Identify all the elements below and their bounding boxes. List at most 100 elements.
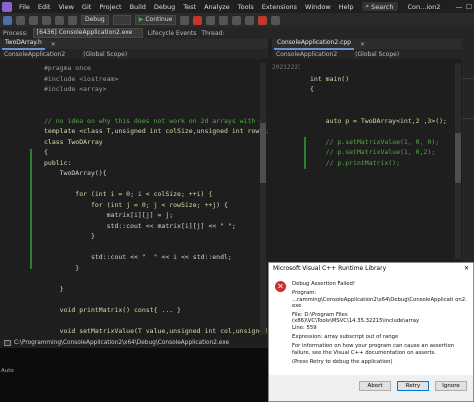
platform-dropdown[interactable] [112,15,131,25]
search-icon: ⌕ [365,2,370,10]
left-code-line [44,273,268,284]
abort-button[interactable]: Abort [359,381,391,391]
continue-button[interactable]: ▶ Continue [134,15,177,25]
right-code-line: // p.setMatrixValue(1, 0,2); [310,148,436,156]
menu-analyze[interactable]: Analyze [200,3,234,11]
redo-icon[interactable] [68,15,77,25]
play-icon: ▶ [138,16,144,23]
left-scrollbar[interactable] [260,63,266,335]
dialog-expression: Expression: array subscript out of range [292,334,399,341]
left-code-line: #include <iostream> [44,74,119,83]
right-code-line [310,168,454,179]
dialog-retry-hint: (Press Retry to debug the application) [292,358,393,365]
menu-extensions[interactable]: Extensions [258,3,301,11]
dialog-info: For information on how your program can … [292,343,455,356]
retry-button[interactable]: Retry [397,381,429,391]
console-title: C:\Programming\ConsoleApplication2\x64\D… [14,340,230,346]
save-icon[interactable] [29,15,38,25]
step-into-icon[interactable] [219,15,229,25]
tab-close-icon[interactable]: ✕ [51,41,56,48]
properties-tab[interactable] [462,79,474,119]
left-code-line [44,105,268,116]
left-modified-bar [30,149,32,269]
step-over-icon[interactable] [232,15,242,25]
menu-build[interactable]: Build [126,3,150,11]
dialog-close-button[interactable]: ✕ [464,263,473,275]
undo-icon[interactable] [55,15,64,25]
dialog-program-value: ...ramming\ConsoleApplication2\x64\Debug… [292,296,467,309]
menu-view[interactable]: View [54,3,77,11]
right-nav-scope[interactable]: (Global Scope) [355,51,399,58]
right-scrollbar[interactable] [455,63,461,259]
dialog-body: ✕ Debug Assertion Failed! Program: ...ra… [269,275,473,375]
right-code-line [310,221,454,232]
menu-tools[interactable]: Tools [234,3,258,11]
right-code-line [310,200,454,211]
minimize-button[interactable]: — [454,3,464,11]
menu-edit[interactable]: Edit [34,3,55,11]
continue-label: Continue [145,16,173,23]
right-code-line [310,189,454,200]
step-out-icon[interactable] [245,15,255,25]
lifecycle-events-button[interactable]: Lifecycle Events [148,30,197,37]
left-code-line: public: [44,158,72,167]
tab-twodarray-h[interactable]: TwoDArray.h [2,38,45,50]
search-label: Search [371,2,394,11]
configuration-dropdown[interactable]: Debug [81,15,109,25]
menu-help[interactable]: Help [335,3,358,11]
right-code-line: // p.setMatrixValue(1, 0, 0); [310,137,440,146]
process-label: Process: [3,29,28,37]
process-bar: Process: [6436] ConsoleApplication2.exe … [0,27,474,39]
left-code-line [44,242,268,253]
error-icon: ✕ [275,281,286,292]
left-code-line [44,179,268,190]
left-nav-project[interactable]: ConsoleApplication2 [4,51,65,58]
left-nav-scope[interactable]: (Global Scope) [83,51,127,58]
right-code-line [310,95,454,106]
ignore-button[interactable]: Ignore [435,381,467,391]
left-code-line: } [44,232,95,240]
console-output[interactable]: Auto [0,348,268,402]
stop-icon[interactable] [193,15,203,25]
right-code-line [310,105,454,116]
left-code-area[interactable]: #pragma once #include <iostream> #include … [44,63,268,335]
menu-file[interactable]: File [15,3,34,11]
console-app-icon [4,340,11,346]
right-line-numbers: 2021222324225226227228229230231232233234… [272,63,300,259]
left-code-line [44,95,268,106]
tab-close-icon[interactable]: ✕ [360,41,365,48]
menu-git[interactable]: Git [78,3,95,11]
left-code-line: #include <array> [44,85,107,93]
menu-project[interactable]: Project [95,3,125,11]
forward-icon[interactable] [16,15,25,25]
left-code-line: // no idea on why this does not work on … [44,116,268,125]
right-code-line: auto p = TwoDArray<int,2 ,3>(); [310,116,447,125]
right-code-line [310,126,454,137]
restart-icon[interactable] [206,15,216,25]
menu-debug[interactable]: Debug [150,3,179,11]
back-icon[interactable] [3,15,12,25]
solution-explorer-tab[interactable] [462,39,474,79]
process-dropdown[interactable]: [6436] ConsoleApplication2.exe [32,28,143,38]
left-code-line: std::cout << matrix[i][j] << " "; [44,221,236,230]
menu-test[interactable]: Test [179,3,200,11]
right-code-area[interactable]: int main() { auto p = TwoDArray<int,2 ,3>… [310,63,454,259]
search-box[interactable]: ⌕ Search [361,2,398,11]
maximize-button[interactable]: ☐ [464,3,474,11]
left-code-line: std::cout << " " << i << std::endl; [44,253,232,261]
menu-window[interactable]: Window [301,3,335,11]
right-code-line [310,179,454,190]
right-code-line: { [310,85,314,93]
pause-icon[interactable] [180,15,190,25]
toolbar: Debug ▶ Continue [0,13,474,27]
save-all-icon[interactable] [42,15,51,25]
hot-reload-icon[interactable] [258,15,268,25]
dialog-line: Line: 559 [292,324,317,331]
left-code-line [44,315,268,326]
left-code-line: #pragma once [44,64,91,72]
right-nav-project[interactable]: ConsoleApplication2 [276,51,337,58]
right-line-number-line: 23 [294,64,300,71]
settings-icon[interactable] [271,15,281,25]
tab-consoleapplication2-cpp[interactable]: ConsoleApplication2.cpp [274,38,354,50]
dialog-file: File: D:\Program Files (x86)\VC\Tools\MS… [292,312,420,325]
